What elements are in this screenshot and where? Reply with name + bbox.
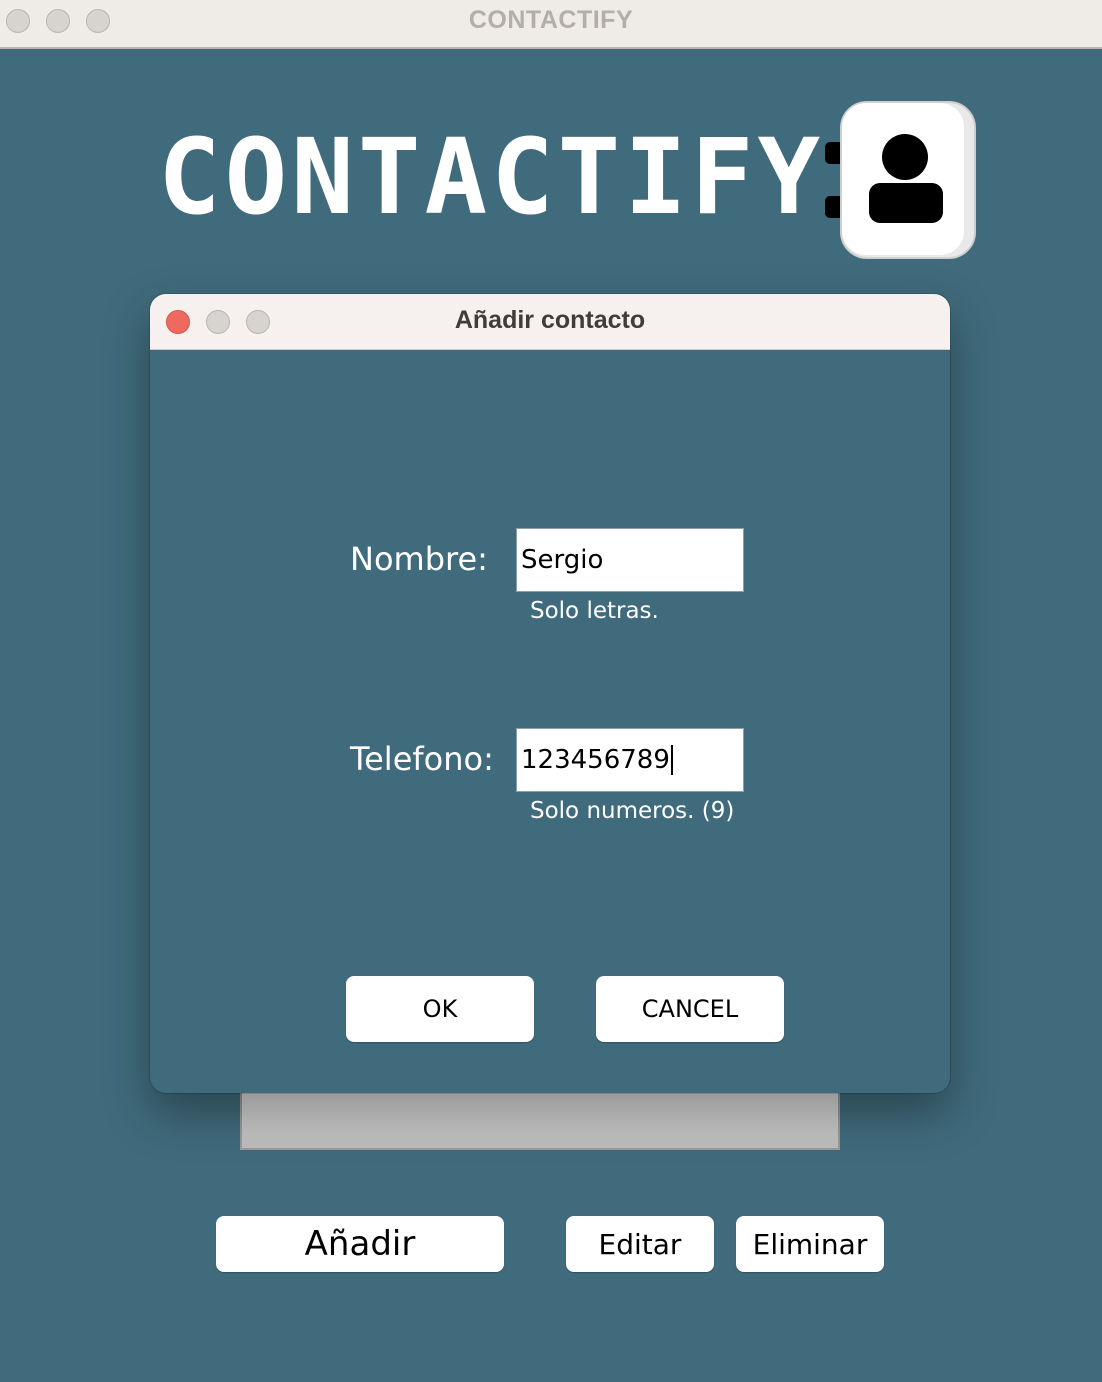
delete-contact-button[interactable]: Eliminar [736, 1216, 884, 1272]
phone-label: Telefono: [350, 740, 494, 778]
phone-input[interactable]: 123456789 [516, 728, 744, 792]
main-window-titlebar: CONTACTIFY [0, 0, 1102, 49]
app-logo-text: CONTACTIFY [158, 116, 825, 238]
add-contact-button[interactable]: Añadir [216, 1216, 504, 1272]
dialog-titlebar: Añadir contacto [150, 294, 950, 350]
name-label: Nombre: [350, 540, 488, 578]
name-input-value: Sergio [521, 545, 604, 575]
name-input[interactable]: Sergio [516, 528, 744, 592]
phone-hint: Solo numeros. (9) [530, 798, 735, 824]
dialog-title: Añadir contacto [454, 306, 646, 334]
add-contact-dialog: Añadir contacto Nombre: Sergio Solo letr… [150, 294, 950, 1093]
edit-contact-button[interactable]: Editar [566, 1216, 714, 1272]
ok-button[interactable]: OK [346, 976, 534, 1042]
name-hint: Solo letras. [530, 598, 659, 624]
cancel-button[interactable]: CANCEL [596, 976, 784, 1042]
contact-book-icon [825, 101, 976, 259]
main-window-title: CONTACTIFY [468, 6, 634, 34]
phone-input-value: 123456789 [521, 745, 670, 775]
text-cursor [670, 745, 673, 775]
